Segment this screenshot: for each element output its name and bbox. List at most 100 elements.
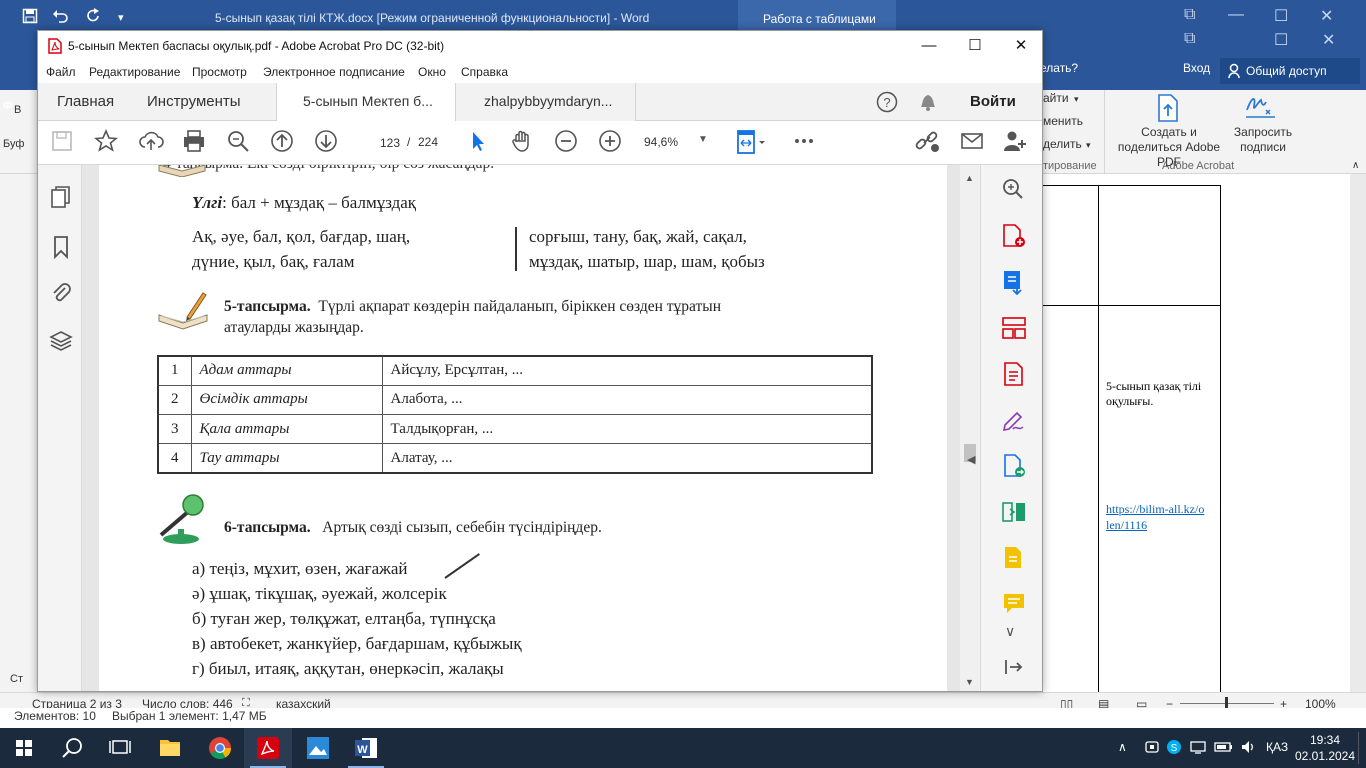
system-clock[interactable]: 19:34 02.01.2024 — [1292, 732, 1358, 764]
find-button[interactable]: айти — [1043, 91, 1069, 106]
previous-page-icon[interactable] — [270, 129, 298, 157]
layers-icon[interactable] — [49, 329, 73, 353]
more-tools-chevron-icon[interactable]: ∨ — [1005, 623, 1015, 640]
menu-file[interactable]: Файл — [46, 65, 76, 79]
acrobat-logo-icon — [48, 38, 62, 54]
show-desktop-button[interactable] — [1358, 732, 1366, 764]
select-button[interactable]: делить — [1043, 137, 1082, 152]
more-tools-dots-icon[interactable] — [792, 129, 820, 157]
zoom-value[interactable]: 94,6% — [644, 133, 700, 153]
add-user-icon[interactable] — [1002, 129, 1030, 157]
print-icon[interactable] — [182, 129, 210, 157]
zoom-out-icon[interactable] — [554, 129, 582, 157]
tab-document-2[interactable]: zhalpybbyymdaryn... — [456, 83, 636, 121]
sign-in-button[interactable]: Войти — [970, 83, 1016, 121]
menu-view[interactable]: Просмотр — [192, 65, 247, 79]
volume-icon[interactable] — [1240, 739, 1256, 755]
skype-icon[interactable]: S — [1166, 739, 1182, 755]
restore-icon[interactable]: ⧉ — [1184, 30, 1195, 48]
source-link[interactable]: https://bilim-all.kz/olen/1116 — [1106, 501, 1206, 533]
cloud-upload-icon[interactable] — [138, 129, 166, 157]
meet-now-icon[interactable] — [1144, 739, 1160, 755]
collapse-right-pane-icon[interactable]: ◀ — [967, 453, 975, 466]
comment-icon[interactable] — [1001, 591, 1027, 617]
zoom-dropdown-icon[interactable]: ▼ — [698, 134, 708, 145]
redo-icon[interactable] — [86, 8, 102, 24]
chrome-icon[interactable] — [196, 728, 244, 768]
minimize-icon[interactable]: — — [906, 31, 952, 61]
word-vertical-scrollbar[interactable] — [1350, 174, 1366, 692]
collapse-tools-icon[interactable] — [1003, 657, 1025, 677]
example-label: Үлгі — [192, 193, 223, 212]
send-review-icon[interactable] — [1001, 453, 1027, 479]
start-button[interactable] — [0, 728, 48, 768]
acrobat-taskbar-icon[interactable] — [244, 728, 292, 768]
link-share-icon[interactable] — [914, 129, 942, 157]
select-dropdown-icon[interactable]: ▾ — [1086, 138, 1091, 153]
notifications-icon[interactable] — [918, 91, 938, 113]
search-icon[interactable] — [226, 129, 254, 157]
words-left-2: дүние, қыл, бақ, ғалам — [192, 252, 355, 271]
battery-icon[interactable] — [1214, 739, 1234, 755]
tab-tools[interactable]: Инструменты — [147, 83, 241, 121]
save-icon[interactable] — [50, 129, 78, 157]
zoom-tool-icon[interactable] — [1001, 177, 1025, 201]
create-pdf-icon[interactable] — [1001, 223, 1027, 249]
menu-window[interactable]: Окно — [418, 65, 446, 79]
hand-tool-icon[interactable] — [510, 129, 538, 157]
close-icon[interactable]: ✕ — [998, 31, 1044, 61]
page-number-input[interactable] — [361, 133, 401, 153]
word-taskbar-icon[interactable]: W — [342, 728, 390, 768]
row-number: 2 — [157, 384, 192, 416]
photos-icon[interactable] — [294, 728, 342, 768]
scroll-up-icon[interactable]: ▲ — [965, 173, 974, 183]
export-pdf-icon[interactable] — [1001, 269, 1027, 295]
maximize-icon-2[interactable]: ☐ — [1274, 30, 1288, 50]
file-tab-cut[interactable]: Ф — [3, 100, 12, 112]
show-hidden-icons[interactable]: ∧ — [1118, 740, 1127, 754]
tell-me-box[interactable]: елать? — [1040, 61, 1078, 75]
device-icon[interactable] — [1190, 739, 1206, 755]
file-explorer-icon[interactable] — [146, 728, 194, 768]
edit-pdf-icon[interactable] — [1001, 361, 1027, 387]
request-signatures-button[interactable]: Запросить подписи — [1230, 125, 1296, 155]
page-fit-icon[interactable] — [736, 129, 765, 157]
zoom-in-icon[interactable] — [598, 129, 626, 157]
input-language[interactable]: ҚАЗ — [1266, 740, 1288, 754]
close-icon-2[interactable]: ✕ — [1322, 30, 1335, 50]
search-icon[interactable] — [48, 728, 96, 768]
fill-sign-icon[interactable] — [1001, 407, 1027, 433]
maximize-icon[interactable]: ☐ — [952, 31, 998, 61]
sign-in-link[interactable]: Вход — [1183, 61, 1210, 75]
replace-button[interactable]: менить — [1043, 114, 1083, 129]
close-icon[interactable]: ✕ — [1320, 6, 1333, 26]
stamp-icon[interactable] — [1001, 545, 1027, 571]
attachment-icon[interactable] — [50, 281, 72, 305]
task-view-icon[interactable] — [96, 728, 144, 768]
bookmark-icon[interactable] — [52, 235, 70, 259]
undo-icon[interactable] — [52, 8, 68, 24]
tab-document-1[interactable]: 5-сынып Мектеп б... — [276, 83, 456, 121]
menu-esign[interactable]: Электронное подписание — [263, 65, 405, 79]
email-icon[interactable] — [960, 129, 988, 157]
compare-files-icon[interactable] — [1001, 499, 1027, 525]
pdf-vertical-scrollbar[interactable]: ▲ ▼ — [960, 165, 980, 691]
save-icon[interactable] — [22, 8, 38, 24]
pages-icon[interactable] — [50, 185, 72, 209]
maximize-icon[interactable]: ☐ — [1274, 6, 1288, 26]
organize-pages-icon[interactable] — [1001, 315, 1027, 341]
select-tool-icon[interactable] — [466, 129, 494, 157]
menu-edit[interactable]: Редактирование — [89, 65, 180, 79]
ribbon-display-icon[interactable]: ⧉ — [1184, 6, 1195, 24]
tab-home[interactable]: Главная — [57, 83, 114, 121]
help-icon[interactable]: ? — [876, 91, 898, 113]
customize-qat-icon[interactable]: ▾ — [118, 11, 124, 24]
minimize-icon[interactable]: — — [1228, 6, 1244, 24]
collapse-ribbon-icon[interactable]: ∧ — [1352, 158, 1359, 173]
find-dropdown-icon[interactable]: ▾ — [1074, 92, 1079, 107]
menu-help[interactable]: Справка — [461, 65, 508, 79]
scroll-down-icon[interactable]: ▼ — [965, 677, 974, 687]
share-button[interactable]: Общий доступ — [1220, 58, 1360, 84]
next-page-icon[interactable] — [314, 129, 342, 157]
star-icon[interactable] — [94, 129, 122, 157]
